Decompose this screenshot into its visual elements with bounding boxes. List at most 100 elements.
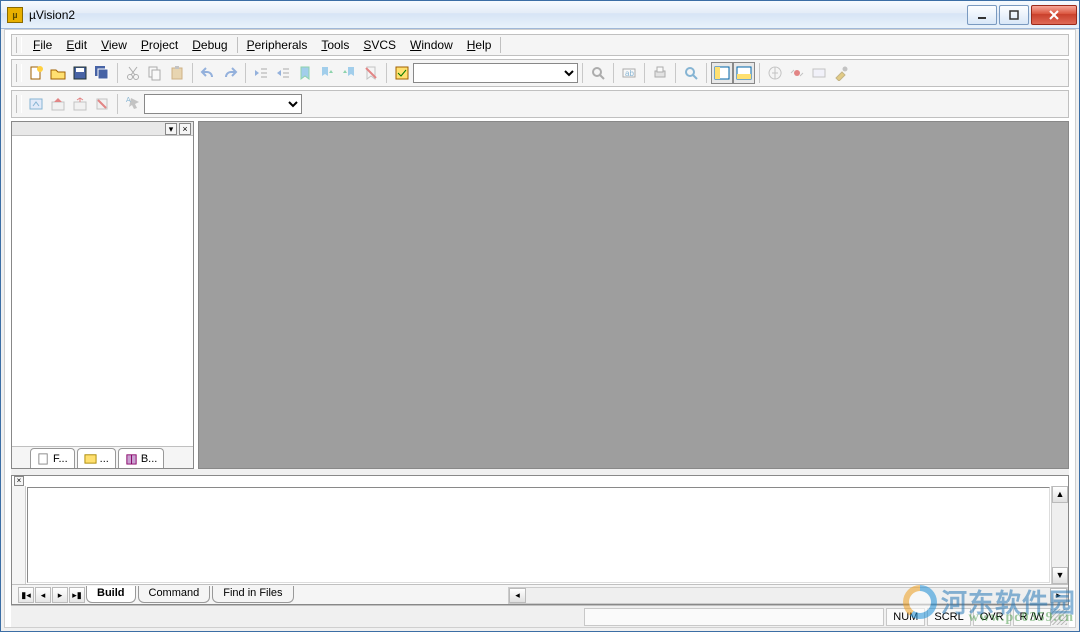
scroll-right-icon[interactable]: ▸: [1050, 588, 1067, 603]
copy-icon: [147, 65, 163, 81]
output-tabs: ▮◂ ◂ ▸ ▸▮ BuildCommandFind in Files ◂ ▸: [12, 584, 1068, 604]
status-bar: NUM SCRL OVR R /W: [11, 605, 1069, 627]
project-tree[interactable]: [12, 136, 193, 446]
output-tab-build[interactable]: Build: [86, 586, 136, 603]
options-icon: [789, 65, 805, 81]
status-rw: R /W: [1013, 608, 1051, 626]
download-button: A: [122, 93, 144, 115]
build-toolbar: A: [11, 90, 1069, 118]
project-window-button[interactable]: [711, 62, 733, 84]
workspace: ▾ × F...... B... × ▲ ▼: [11, 121, 1069, 605]
project-tab-files[interactable]: F...: [30, 448, 75, 468]
find-in-files-icon: [394, 65, 410, 81]
find-button: [587, 62, 609, 84]
editor-mdi-area[interactable]: [198, 121, 1069, 469]
undo-button: [197, 62, 219, 84]
minimize-button[interactable]: [967, 5, 997, 25]
status-main: [584, 608, 884, 626]
configure-button: [808, 62, 830, 84]
toolbar1-grip[interactable]: [16, 64, 22, 82]
project-tab-regs[interactable]: ...: [77, 448, 116, 468]
menubar-grip[interactable]: [16, 37, 22, 53]
regs-tab-icon: [84, 452, 97, 465]
incremental-find-button: ab: [618, 62, 640, 84]
status-num: NUM: [886, 608, 925, 626]
paste-icon: [169, 65, 185, 81]
output-panel-close[interactable]: ×: [14, 476, 24, 486]
bookmark-next-icon: [319, 65, 335, 81]
save-button[interactable]: [69, 62, 91, 84]
menu-file[interactable]: File: [26, 36, 59, 54]
target-combo[interactable]: [144, 94, 302, 114]
output-panel: × ▲ ▼ ▮◂ ◂ ▸ ▸▮ BuildCommandFind in File…: [11, 475, 1069, 605]
bookmark-clear-icon: [363, 65, 379, 81]
menu-window[interactable]: Window: [403, 36, 460, 54]
find-icon: [590, 65, 606, 81]
bookmark-next-button: [316, 62, 338, 84]
output-window-button[interactable]: [733, 62, 755, 84]
find-combo[interactable]: [413, 63, 578, 83]
tab-nav-last-icon[interactable]: ▸▮: [69, 587, 85, 603]
output-text[interactable]: [27, 487, 1050, 583]
configure-icon: [811, 65, 827, 81]
print-button: [649, 62, 671, 84]
client-area: FileEditViewProjectDebug PeripheralsTools…: [4, 29, 1076, 628]
project-tab-label: ...: [100, 453, 109, 465]
project-tabs: F...... B...: [12, 446, 193, 468]
scroll-up-icon[interactable]: ▲: [1052, 486, 1068, 503]
svg-text:ab: ab: [625, 69, 634, 78]
menu-edit[interactable]: Edit: [59, 36, 94, 54]
project-tab-books[interactable]: B...: [118, 448, 165, 468]
toolbar2-grip[interactable]: [16, 95, 22, 113]
redo-button: [219, 62, 241, 84]
menu-help[interactable]: Help: [460, 36, 499, 54]
resize-grip[interactable]: [1051, 609, 1067, 625]
bookmark-toggle-icon: [297, 65, 313, 81]
app-icon: µ: [7, 7, 23, 23]
project-panel: ▾ × F...... B...: [11, 121, 194, 469]
project-panel-header: ▾ ×: [12, 122, 193, 136]
maximize-button[interactable]: [999, 5, 1029, 25]
menu-tools[interactable]: Tools: [314, 36, 356, 54]
scroll-down-icon[interactable]: ▼: [1052, 567, 1068, 584]
redo-icon: [222, 65, 238, 81]
file-toolbar: ab: [11, 59, 1069, 87]
translate-icon: [28, 96, 44, 112]
svg-text:A: A: [126, 97, 131, 104]
bookmark-prev-button: [338, 62, 360, 84]
output-tab-find-in-files[interactable]: Find in Files: [212, 586, 293, 603]
bookmark-toggle-button: [294, 62, 316, 84]
save-all-button[interactable]: [91, 62, 113, 84]
scroll-left-icon[interactable]: ◂: [509, 588, 526, 603]
open-file-icon: [50, 65, 66, 81]
menu-bar: FileEditViewProjectDebug PeripheralsTools…: [11, 34, 1069, 56]
new-file-button[interactable]: [25, 62, 47, 84]
open-file-button[interactable]: [47, 62, 69, 84]
close-button[interactable]: [1031, 5, 1077, 25]
menu-view[interactable]: View: [94, 36, 134, 54]
undo-icon: [200, 65, 216, 81]
output-hscrollbar[interactable]: ◂ ▸: [508, 587, 1068, 604]
bookmark-clear-button: [360, 62, 382, 84]
tab-nav-first-icon[interactable]: ▮◂: [18, 587, 34, 603]
debug-button: [680, 62, 702, 84]
menu-project[interactable]: Project: [134, 36, 185, 54]
find-in-files-button[interactable]: [391, 62, 413, 84]
indent-right-button: [272, 62, 294, 84]
title-bar[interactable]: µ µVision2: [1, 1, 1079, 29]
application-window: µ µVision2 FileEditViewProjectDebug Perip…: [0, 0, 1080, 632]
rebuild-icon: [72, 96, 88, 112]
output-vscrollbar[interactable]: ▲ ▼: [1051, 486, 1068, 584]
save-icon: [72, 65, 88, 81]
copy-button: [144, 62, 166, 84]
project-panel-close[interactable]: ×: [179, 123, 191, 135]
tab-nav-next-icon[interactable]: ▸: [52, 587, 68, 603]
output-tab-command[interactable]: Command: [138, 586, 211, 603]
menu-peripherals[interactable]: Peripherals: [240, 36, 315, 54]
status-ovr: OVR: [973, 608, 1011, 626]
project-panel-dropdown[interactable]: ▾: [165, 123, 177, 135]
tab-nav-prev-icon[interactable]: ◂: [35, 587, 51, 603]
menu-debug[interactable]: Debug: [185, 36, 234, 54]
incremental-find-icon: ab: [621, 65, 637, 81]
menu-svcs[interactable]: SVCS: [356, 36, 403, 54]
